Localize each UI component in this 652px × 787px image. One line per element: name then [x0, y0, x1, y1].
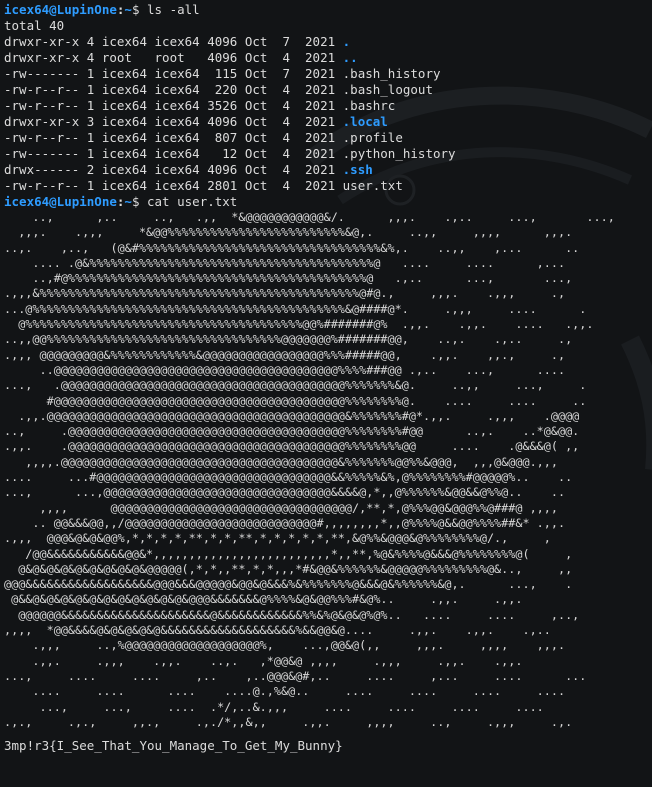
listing-row: -rw-r--r-- 1 icex64 icex64 2801 Oct 4 20… — [4, 178, 650, 194]
ascii-art-line: ...@%%%%%%%%%%%%%%%%%%%%%%%%%%%%%%%%%%%%… — [4, 301, 587, 316]
terminal-output[interactable]: icex64@LupinOne:~$ ls -all total 40 drwx… — [4, 2, 650, 754]
listing-row: -rw-r--r-- 1 icex64 icex64 3526 Oct 4 20… — [4, 98, 650, 114]
ascii-art-line: ..@@@@@@@@@@@@@@@@@@@@@@@@@@@@@@@@@@@@@@… — [4, 362, 566, 377]
listing-meta: drwxr-xr-x 3 icex64 icex64 4096 Oct 4 20… — [4, 114, 343, 129]
listing-row: drwxr-xr-x 4 icex64 icex64 4096 Oct 7 20… — [4, 34, 650, 50]
prompt-user: icex64@LupinOne — [4, 194, 117, 209]
ascii-art-line: ..., .... .... ,.. ,..@@@&@#,.. .... ,..… — [4, 668, 587, 683]
directory-listing: drwxr-xr-x 4 icex64 icex64 4096 Oct 7 20… — [4, 34, 650, 194]
listing-meta: drwx------ 2 icex64 icex64 4096 Oct 4 20… — [4, 162, 343, 177]
prompt-path: ~ — [124, 2, 132, 17]
listing-meta: drwxr-xr-x 4 icex64 icex64 4096 Oct 7 20… — [4, 34, 343, 49]
ascii-art-line: ,,,. .,,, *&@@%%%%%%%%%%%%%%%%%%%%%%%%%&… — [4, 225, 573, 240]
ascii-art-line: .,,,&%%%%%%%%%%%%%%%%%%%%%%%%%%%%%%%%%%%… — [4, 286, 566, 301]
ascii-art-line: #@@@@@@@@@@@@@@@@@@@@@@@@@@@@@@@@@@@@@@@… — [4, 393, 587, 408]
ascii-art: .., ,.. .., .,, *&@@@@@@@@@@@&/. ,,,. .,… — [4, 210, 650, 730]
listing-row: drwxr-xr-x 3 icex64 icex64 4096 Oct 4 20… — [4, 114, 650, 130]
ascii-art-line: ..,#@%%%%%%%%%%%%%%%%%%%%%%%%%%%%%%%%%%%… — [4, 271, 573, 286]
prompt-path: ~ — [124, 194, 132, 209]
directory-name: .local — [342, 114, 388, 129]
listing-row: -rw-r--r-- 1 icex64 icex64 220 Oct 4 202… — [4, 82, 650, 98]
listing-row: drwxr-xr-x 4 root root 4096 Oct 4 2021 .… — [4, 50, 650, 66]
listing-meta: -rw-r--r-- 1 icex64 icex64 2801 Oct 4 20… — [4, 178, 343, 193]
directory-name: .ssh — [342, 162, 373, 177]
command-text: ls -all — [139, 2, 200, 17]
ascii-art-line: @@@&&&&&&&&&&&&&&&&&&@@@&&&@@@@@&@@&@&&&… — [4, 577, 573, 592]
ascii-art-line: .... .... .... ....@.,%&@.. .... .... ..… — [4, 684, 566, 699]
ascii-art-line: @&&@&@&@&@&@&@&@&@&@&@&@&@@@&&&&&&&@%%%%… — [4, 592, 523, 607]
ascii-art-line: .. @@&&&@@,,/@@@@@@@@@@@@@@@@@@@@@@@@@@@… — [4, 515, 566, 530]
listing-meta: -rw------- 1 icex64 icex64 115 Oct 7 202… — [4, 66, 343, 81]
ascii-art-line: ..,. ,.., (@&#%%%%%%%%%%%%%%%%%%%%%%%%%%… — [4, 240, 580, 255]
listing-row: -rw------- 1 icex64 icex64 12 Oct 4 2021… — [4, 146, 650, 162]
ascii-art-line: .., .@@@@@@@@@@@@@@@@@@@@@@@@@@@@@@@@@@@… — [4, 424, 580, 439]
listing-meta: drwxr-xr-x 4 root root 4096 Oct 4 2021 — [4, 50, 343, 65]
listing-meta: -rw-r--r-- 1 icex64 icex64 220 Oct 4 202… — [4, 82, 343, 97]
ascii-art-line: ..., .@@@@@@@@@@@@@@@@@@@@@@@@@@@@@@@@@@… — [4, 378, 587, 393]
ascii-art-line: .,,, @@@&@&@&@@%,*,*,*,*,**,*,*,**,*,*,*… — [4, 531, 551, 546]
listing-meta: -rw-r--r-- 1 icex64 icex64 807 Oct 4 202… — [4, 130, 343, 145]
ascii-art-line: .,,. .,,, .,,. ..,. ,*@@&@ ,,,, .,,, .,,… — [4, 653, 523, 668]
ascii-art-line: .,,, @@@@@@@@@&%%%%%%%%%%%%&@@@@@@@@@@@@… — [4, 347, 566, 362]
file-name: .bash_history — [342, 66, 441, 81]
listing-row: -rw-r--r-- 1 icex64 icex64 807 Oct 4 202… — [4, 130, 650, 146]
ascii-art-line: @%%%%%%%%%%%%%%%%%%%%%%%%%%%%%%%%%%%%%%%… — [4, 317, 594, 332]
ascii-art-line: ..., ...,@@@@@@@@@@@@@@@@@@@@@@@@@@@@@@@… — [4, 485, 566, 500]
file-name: .python_history — [342, 146, 456, 161]
listing-meta: -rw-r--r-- 1 icex64 icex64 3526 Oct 4 20… — [4, 98, 343, 113]
ascii-art-line: @@@@@@&&&&&&&&&&&&&&&&&&&&&@&&&&&&&&&&&&… — [4, 607, 580, 622]
file-name: user.txt — [342, 178, 403, 193]
ascii-art-line: ..,,@@%%%%%%%%%%%%%%%%%%%%%%%%%%%%%%%%%@… — [4, 332, 573, 347]
ascii-art-line: ,,,, *@@&&&&@&@&@&@&@&&&&&&&&&&&&&&&&&&&… — [4, 623, 551, 638]
total-line: total 40 — [4, 18, 65, 33]
directory-name: . — [342, 34, 351, 49]
ascii-art-line: .,,, ..,%@@@@@@@@@@@@@@@@@@@%, ...,@@&@(… — [4, 638, 566, 653]
file-name: .bashrc — [342, 98, 396, 113]
ascii-art-line: .... ...#@@@@@@@@@@@@@@@@@@@@@@@@@@@@@@@… — [4, 470, 573, 485]
directory-name: .. — [342, 50, 358, 65]
ascii-art-line: .,,.@@@@@@@@@@@@@@@@@@@@@@@@@@@@@@@@@@@@… — [4, 408, 580, 423]
command-text: cat user.txt — [139, 194, 238, 209]
prompt-line: icex64@LupinOne:~$ ls -all — [4, 2, 650, 18]
file-name: .profile — [342, 130, 403, 145]
ascii-art-line: .., ,.. .., .,, *&@@@@@@@@@@@&/. ,,,. .,… — [4, 210, 615, 224]
prompt-user: icex64@LupinOne — [4, 2, 117, 17]
ascii-art-line: ..., ..., .... .*/,..&.,,, .... .... ...… — [4, 699, 544, 714]
ascii-art-line: .,., .,., ,,., .,./*,,&,, .,,. ,,,, .., … — [4, 714, 573, 729]
ascii-art-line: .,,. .@@@@@@@@@@@@@@@@@@@@@@@@@@@@@@@@@@… — [4, 439, 580, 454]
listing-row: drwx------ 2 icex64 icex64 4096 Oct 4 20… — [4, 162, 650, 178]
ascii-art-line: /@@&&&&&&&&&&&@@&*,,,,,,,,,,,,,,,,,,,,,,… — [4, 546, 573, 561]
ascii-art-line: @&@&@&@&@&@&@&@&@&@@@@@(,*,*,,**,*,*,,,*… — [4, 561, 573, 576]
listing-row: -rw------- 1 icex64 icex64 115 Oct 7 202… — [4, 66, 650, 82]
ascii-art-line: ,,,, @@@@@@@@@@@@@@@@@@@@@@@@@@@@@@@@@@/… — [4, 500, 558, 515]
ascii-art-line: .... .@&%%%%%%%%%%%%%%%%%%%%%%%%%%%%%%%%… — [4, 255, 566, 270]
listing-meta: -rw------- 1 icex64 icex64 12 Oct 4 2021 — [4, 146, 343, 161]
prompt-line: icex64@LupinOne:~$ cat user.txt — [4, 194, 650, 210]
flag-line: 3mp!r3{I_See_That_You_Manage_To_Get_My_B… — [4, 738, 343, 754]
file-name: .bash_logout — [342, 82, 433, 97]
ascii-art-line: ,,,,.@@@@@@@@@@@@@@@@@@@@@@@@@@@@@@@@@@@… — [4, 454, 558, 469]
